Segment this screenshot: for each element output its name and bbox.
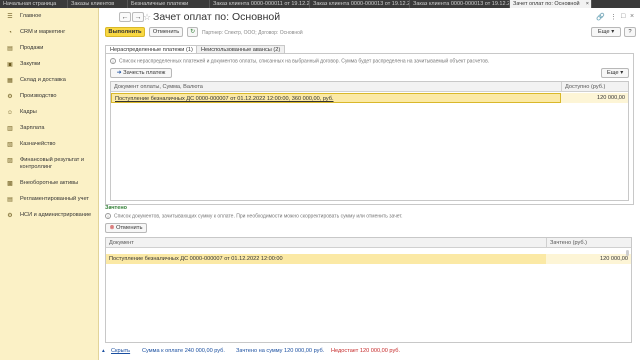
partner-contract-text: Партнер: Спектр, ООО; Договор: Основной bbox=[202, 30, 303, 36]
credited-info: i Список документов, зачитывающих сумму к… bbox=[105, 213, 403, 219]
crm-icon: ◔ bbox=[8, 30, 12, 36]
back-button[interactable]: ← bbox=[119, 12, 131, 22]
more-button[interactable]: Еще ▾ bbox=[591, 27, 621, 37]
main-content: ← → ☆ Зачет оплат по: Основной 🔗 ⋮ □ × В… bbox=[99, 8, 640, 360]
tab-home[interactable]: Начальная страница bbox=[0, 0, 68, 8]
unallocated-info: i Список нераспределенных платежей и доку… bbox=[110, 58, 489, 64]
warehouse-icon: ▦ bbox=[7, 78, 13, 84]
credited-sum: Зачтено на сумму 120 000,00 руб. bbox=[236, 348, 325, 354]
credited-amount-cell: 120 000,00 bbox=[546, 254, 631, 264]
table-row[interactable]: Поступление безналичных ДС 0000-000007 о… bbox=[111, 93, 561, 103]
settings-icon: ⚙ bbox=[7, 213, 13, 219]
arrow-right-icon: → bbox=[134, 14, 142, 21]
arrow-right-icon: ➜ bbox=[116, 70, 122, 76]
cancel-icon: ⊗ bbox=[109, 225, 115, 231]
tab-order-11[interactable]: Заказ клиента 0000-000011 от 19.12.2022 … bbox=[210, 0, 310, 8]
tab-order-13a[interactable]: Заказ клиента 0000-000013 от 19.12.2022 … bbox=[310, 0, 410, 8]
salary-icon: ▥ bbox=[7, 126, 13, 132]
refresh-icon[interactable]: ↻ bbox=[187, 27, 198, 37]
table-row[interactable]: Поступление безналичных ДС 0000-000007 о… bbox=[106, 254, 546, 264]
production-icon: ⚙ bbox=[7, 94, 13, 100]
column-header-credited: Зачтено (руб.) bbox=[546, 238, 631, 248]
scrollbar[interactable] bbox=[626, 250, 629, 256]
help-button[interactable]: ? bbox=[624, 27, 636, 37]
link-icon[interactable]: 🔗 bbox=[596, 13, 605, 21]
execute-button[interactable]: Выполнить bbox=[105, 27, 145, 37]
column-header-available: Доступно (руб.) bbox=[561, 82, 628, 92]
column-header-document: Документ bbox=[106, 238, 546, 248]
sum-to-pay: Сумма к оплате 240 000,00 руб. bbox=[142, 348, 225, 354]
regulated-icon: ▤ bbox=[7, 197, 13, 203]
menu-icon: ☰ bbox=[7, 14, 13, 20]
credited-table: Документ Зачтено (руб.) Поступление безн… bbox=[105, 237, 632, 343]
close-window-icon[interactable]: × bbox=[630, 13, 634, 20]
column-header-document: Документ оплаты, Сумма, Валюта bbox=[111, 82, 561, 92]
favorite-star-icon[interactable]: ☆ bbox=[143, 12, 151, 23]
available-amount-cell: 120 000,00 bbox=[561, 93, 628, 103]
tab-cashless-payments[interactable]: Безналичные платежи bbox=[128, 0, 210, 8]
info-icon: i bbox=[110, 58, 116, 64]
sidebar: ☰ Главное ◔ CRM и маркетинг ▤ Продажи ▣ Заку… bbox=[0, 8, 99, 360]
shortage-sum: Недостает 120 000,00 руб. bbox=[331, 348, 401, 354]
credited-section-label: Зачтено bbox=[105, 205, 127, 211]
payment-document-link[interactable]: Поступление безналичных ДС 0000-000007 о… bbox=[115, 96, 334, 102]
maximize-icon[interactable]: □ bbox=[621, 13, 625, 20]
page-title: Зачет оплат по: Основной bbox=[153, 11, 281, 23]
cancel-credit-button[interactable]: ⊗ Отменить bbox=[105, 223, 147, 233]
unallocated-panel: i Список нераспределенных платежей и доку… bbox=[105, 53, 634, 205]
tab-customer-orders[interactable]: Заказы клиентов bbox=[68, 0, 128, 8]
sales-icon: ▤ bbox=[7, 46, 13, 52]
treasury-icon: ▧ bbox=[7, 142, 13, 148]
assets-icon: ▩ bbox=[7, 181, 13, 187]
tab-offset-payments-label: Зачет оплат по: Основной bbox=[513, 1, 580, 7]
window-tab-bar: Начальная страница Заказы клиентов Безна… bbox=[0, 0, 640, 8]
unallocated-table: Документ оплаты, Сумма, Валюта Доступно … bbox=[110, 81, 629, 201]
add-payment-button[interactable]: ➜ Зачесть платеж bbox=[110, 68, 172, 78]
finance-icon: ▨ bbox=[7, 158, 13, 164]
hide-link[interactable]: Скрыть bbox=[111, 348, 130, 354]
purchases-icon: ▣ bbox=[7, 62, 13, 68]
more-vertical-icon[interactable]: ⋮ bbox=[610, 13, 617, 21]
tab-offset-payments[interactable]: Зачет оплат по: Основной × bbox=[510, 0, 592, 8]
summary-footer: ▴ Скрыть Сумма к оплате 240 000,00 руб. … bbox=[99, 348, 640, 360]
collapse-icon[interactable]: ▴ bbox=[102, 348, 105, 354]
unallocated-more-button[interactable]: Еще ▾ bbox=[601, 68, 629, 78]
info-icon: i bbox=[105, 213, 111, 219]
arrow-left-icon: ← bbox=[121, 14, 129, 21]
people-icon: ☺ bbox=[6, 110, 14, 116]
tab-order-13b[interactable]: Заказ клиента 0000-000013 от 19.12.2022 … bbox=[410, 0, 510, 8]
cancel-button[interactable]: Отменить bbox=[149, 27, 183, 37]
close-icon[interactable]: × bbox=[586, 0, 589, 8]
